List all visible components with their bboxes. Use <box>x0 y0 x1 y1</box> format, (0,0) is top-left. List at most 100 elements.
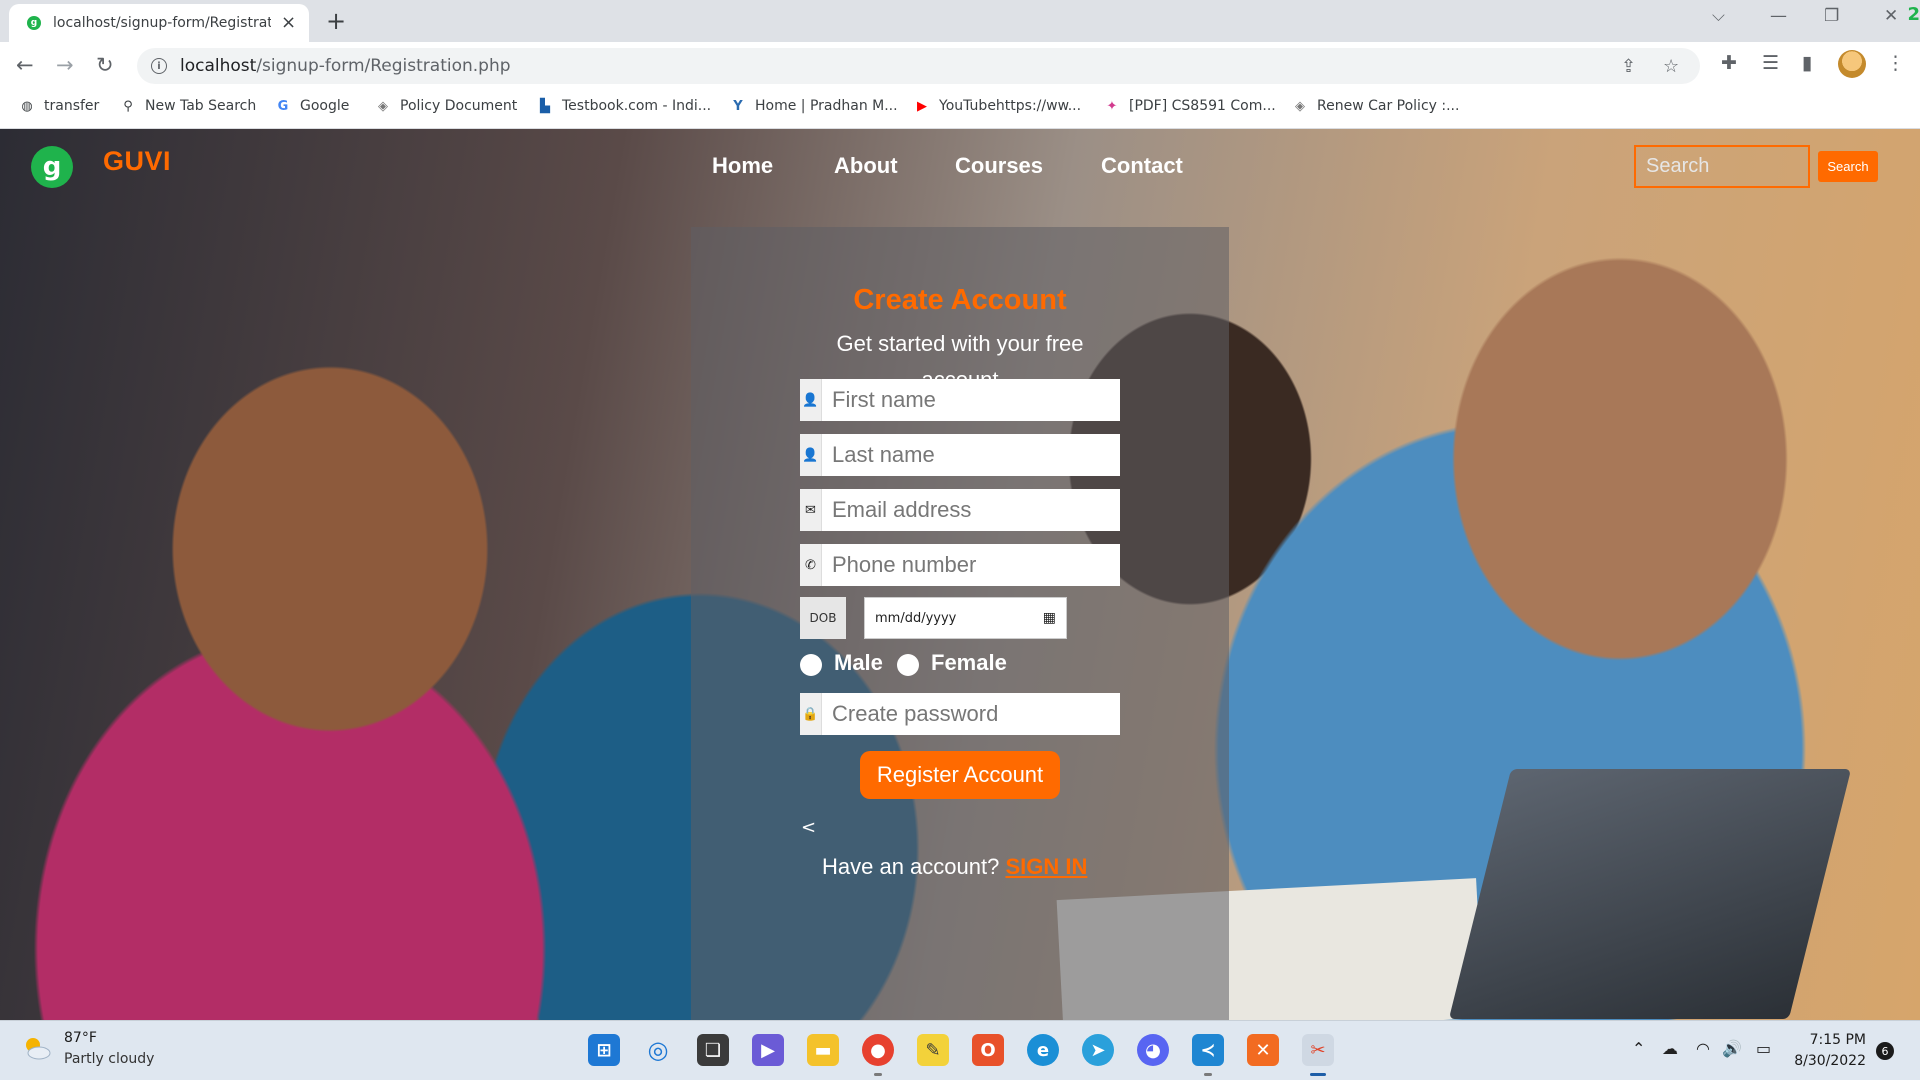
forward-arrow-icon[interactable]: → <box>56 53 74 77</box>
wifi-icon[interactable]: ◠ <box>1696 1039 1710 1058</box>
user-icon: 👤 <box>800 379 822 421</box>
sticky-notes-icon[interactable]: ✎ <box>917 1034 949 1066</box>
reload-icon[interactable]: ↻ <box>96 53 114 77</box>
notification-count-badge[interactable]: 6 <box>1876 1042 1894 1060</box>
profile-avatar[interactable] <box>1838 50 1866 78</box>
sign-in-link[interactable]: SIGN IN <box>1005 854 1087 879</box>
nav-courses[interactable]: Courses <box>955 153 1043 179</box>
password-input[interactable] <box>822 693 1120 735</box>
teams-icon[interactable]: ▶ <box>752 1034 784 1066</box>
guvi-logo-icon[interactable]: g <box>31 146 73 188</box>
reading-list-icon[interactable]: ☰ <box>1762 52 1779 74</box>
bookmark-pdf-cs8591[interactable]: ✦ [PDF] CS8591 Com... <box>1104 98 1276 114</box>
have-account-text: Have an account? <box>822 854 1000 879</box>
last-name-input[interactable] <box>822 434 1120 476</box>
email-field: ✉ <box>800 489 1120 531</box>
edge-icon[interactable]: e <box>1027 1034 1059 1066</box>
extensions-icon[interactable]: ✚ <box>1721 52 1737 74</box>
dob-date-input[interactable]: mm/dd/yyyy ▦ <box>864 597 1067 639</box>
window-badge: 2 <box>1907 4 1920 25</box>
xampp-icon[interactable]: ✕ <box>1247 1034 1279 1066</box>
office-icon[interactable]: O <box>972 1034 1004 1066</box>
browser-tabstrip: g localhost/signup-form/Registration.php… <box>0 0 1920 42</box>
chrome-running-indicator <box>874 1073 882 1076</box>
close-window-icon[interactable]: ✕ <box>1884 6 1898 26</box>
snipping-running-indicator <box>1310 1073 1326 1076</box>
guvi-favicon-icon: g <box>27 16 41 30</box>
phone-input[interactable] <box>822 544 1120 586</box>
site-search-button[interactable]: Search <box>1818 151 1878 182</box>
share-icon[interactable]: ⇪ <box>1621 56 1636 77</box>
bookmark-testbook[interactable]: ▙ Testbook.com - Indi... <box>537 98 711 114</box>
close-tab-icon[interactable]: × <box>281 14 296 32</box>
register-account-button[interactable]: Register Account <box>860 751 1060 799</box>
bookmark-transfer[interactable]: ◍ transfer <box>19 98 99 114</box>
first-name-field: 👤 <box>800 379 1120 421</box>
dropbox-icon: ◈ <box>378 98 388 114</box>
nav-contact[interactable]: Contact <box>1101 153 1183 179</box>
site-info-icon[interactable]: i <box>151 58 167 74</box>
tab-search-chevron-icon[interactable]: ⌵ <box>1712 6 1725 26</box>
discord-icon[interactable]: ◕ <box>1137 1034 1169 1066</box>
vscode-running-indicator <box>1204 1073 1212 1076</box>
search-icon[interactable]: ◎ <box>642 1034 674 1066</box>
file-explorer-icon[interactable]: ▬ <box>807 1034 839 1066</box>
bookmark-renew-car-policy[interactable]: ◈ Renew Car Policy :... <box>1292 98 1459 114</box>
bookmark-new-tab-search[interactable]: ⚲ New Tab Search <box>120 98 256 114</box>
testbook-icon: ▙ <box>540 98 550 114</box>
bookmark-google[interactable]: G Google <box>275 98 350 114</box>
task-view-icon[interactable]: ❏ <box>697 1034 729 1066</box>
phone-field: ✆ <box>800 544 1120 586</box>
first-name-input[interactable] <box>822 379 1120 421</box>
restore-icon[interactable]: ❐ <box>1824 6 1839 26</box>
browser-tab[interactable]: g localhost/signup-form/Registration.php… <box>9 4 309 42</box>
clock-date[interactable]: 8/30/2022 <box>1790 1053 1866 1069</box>
volume-icon[interactable]: 🔊 <box>1722 1039 1742 1058</box>
show-hidden-icons-chevron-icon[interactable]: ⌃ <box>1632 1039 1645 1058</box>
snipping-tool-icon[interactable]: ✂ <box>1302 1034 1334 1066</box>
bookmark-youtube[interactable]: ▶ YouTubehttps://ww... <box>914 98 1081 114</box>
browser-toolbar: ← → ↻ i localhost/signup-form/Registrati… <box>0 42 1920 89</box>
gender-male-label[interactable]: Male <box>834 650 883 676</box>
nav-home[interactable]: Home <box>712 153 773 179</box>
last-name-field: 👤 <box>800 434 1120 476</box>
vscode-icon[interactable]: ≺ <box>1192 1034 1224 1066</box>
dob-placeholder: mm/dd/yyyy <box>875 610 957 626</box>
onedrive-icon[interactable]: ☁ <box>1662 1039 1678 1058</box>
calendar-icon[interactable]: ▦ <box>1043 610 1056 626</box>
menu-kebab-icon[interactable]: ⋮ <box>1886 52 1905 74</box>
gender-female-radio[interactable] <box>897 654 919 676</box>
pdf-icon: ✦ <box>1106 98 1118 114</box>
minimize-icon[interactable]: — <box>1770 6 1787 26</box>
bookmark-pradhan[interactable]: Y Home | Pradhan M... <box>730 98 897 114</box>
dob-label: DOB <box>800 597 846 639</box>
dropbox-icon: ◈ <box>1295 98 1305 114</box>
bookmark-star-icon[interactable]: ☆ <box>1663 56 1679 77</box>
phone-icon: ✆ <box>800 544 822 586</box>
partly-cloudy-icon[interactable] <box>22 1035 52 1061</box>
globe-icon: ◍ <box>21 98 33 114</box>
windows-start-icon[interactable]: ⊞ <box>588 1034 620 1066</box>
new-tab-icon[interactable]: + <box>326 7 346 35</box>
gender-female-label[interactable]: Female <box>931 650 1007 676</box>
windows-taskbar: 87°F Partly cloudy ⊞ ◎ ❏ ▶ ▬ ● ✎ O e ➤ ◕… <box>0 1020 1920 1080</box>
lock-icon: 🔒 <box>800 693 822 735</box>
nav-about[interactable]: About <box>834 153 898 179</box>
youtube-icon: ▶ <box>917 98 927 114</box>
battery-icon[interactable]: ▭ <box>1756 1039 1771 1058</box>
weather-temperature: 87°F <box>64 1030 97 1046</box>
address-bar[interactable]: i localhost/signup-form/Registration.php… <box>137 48 1700 84</box>
google-icon: G <box>277 98 289 114</box>
clock-time[interactable]: 7:15 PM <box>1800 1032 1866 1048</box>
site-search-input[interactable] <box>1634 145 1810 188</box>
url-text: localhost/signup-form/Registration.php <box>180 56 511 76</box>
bookmark-policy-document[interactable]: ◈ Policy Document <box>375 98 517 114</box>
brand-name[interactable]: GUVI <box>103 146 171 177</box>
back-arrow-icon[interactable]: ← <box>16 53 34 77</box>
side-panel-icon[interactable]: ▮ <box>1802 52 1812 74</box>
telegram-icon[interactable]: ➤ <box>1082 1034 1114 1066</box>
password-field: 🔒 <box>800 693 1120 735</box>
email-input[interactable] <box>822 489 1120 531</box>
chrome-icon[interactable]: ● <box>862 1034 894 1066</box>
gender-male-radio[interactable] <box>800 654 822 676</box>
